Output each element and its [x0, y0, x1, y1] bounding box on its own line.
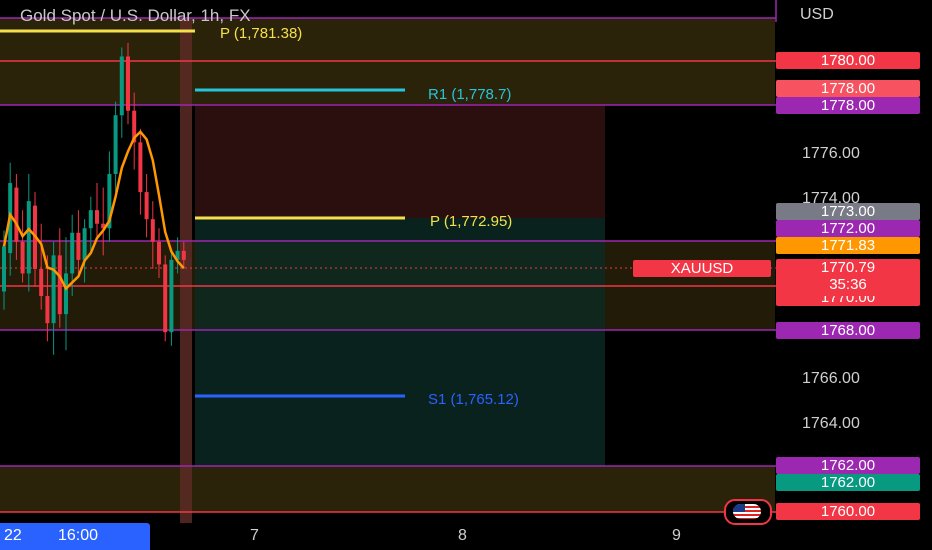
candle-body — [163, 264, 168, 333]
last-price-box[interactable]: 1770.79 35:36 — [776, 259, 920, 296]
us-flag-icon[interactable] — [724, 499, 772, 525]
reward-box[interactable] — [195, 218, 605, 466]
pivot-prev-label: P (1,781.38) — [220, 25, 302, 42]
candle-body — [14, 187, 19, 242]
s1-label: S1 (1,765.12) — [428, 391, 519, 408]
ma-value-label[interactable]: 1771.83 — [776, 237, 920, 254]
candle-body — [169, 259, 174, 333]
price-tick: 1764.00 — [802, 415, 860, 432]
candle-body — [150, 219, 155, 242]
candle-body — [144, 192, 149, 220]
candle-body — [88, 210, 93, 229]
price-tick: 1776.00 — [802, 145, 860, 162]
date-fragment: 22 — [4, 527, 22, 544]
pivot-label: P (1,772.95) — [430, 213, 512, 230]
candle-body — [39, 268, 44, 297]
candle-body — [95, 210, 99, 224]
price-label-1778-purple[interactable]: 1778.00 — [776, 97, 920, 114]
r1-label: R1 (1,778.7) — [428, 86, 511, 103]
lower-zone — [0, 466, 775, 512]
candle-body — [45, 296, 50, 324]
price-label-1772[interactable]: 1772.00 — [776, 220, 920, 237]
time-label: 16:00 — [58, 527, 99, 544]
candle-body — [64, 273, 68, 315]
candle-body — [181, 250, 186, 260]
price-label-1778-red[interactable]: 1778.00 — [776, 80, 920, 97]
candle-body — [76, 232, 81, 260]
price-label-1780[interactable]: 1780.00 — [776, 52, 920, 69]
candle-body — [119, 56, 124, 116]
symbol-tag[interactable]: XAUUSD — [633, 260, 771, 277]
time-axis-label: 8 — [458, 527, 467, 544]
price-label-1768[interactable]: 1768.00 — [776, 322, 920, 339]
candle-body — [138, 142, 143, 193]
last-price: 1770.79 — [820, 259, 876, 276]
candle-body — [51, 255, 56, 324]
price-label-1762-green[interactable]: 1762.00 — [776, 474, 920, 491]
price-label-1773[interactable]: 1773.00 — [776, 203, 920, 220]
chart-title: Gold Spot / U.S. Dollar, 1h, FX — [20, 6, 251, 25]
candle-body — [113, 115, 118, 174]
time-axis-label: 9 — [672, 527, 681, 544]
candle-body — [126, 56, 130, 111]
candle-body — [70, 232, 75, 274]
candle-body — [82, 228, 87, 260]
crosshair-time-box: 22 16:00 — [0, 523, 150, 550]
candle-body — [20, 241, 25, 274]
price-tick: 1766.00 — [802, 370, 860, 387]
currency-label: USD — [800, 6, 834, 23]
candle-body — [26, 201, 31, 274]
price-label-1762-purple[interactable]: 1762.00 — [776, 457, 920, 474]
bar-countdown: 35:36 — [829, 276, 867, 293]
session-marker — [180, 18, 192, 523]
risk-box[interactable] — [195, 104, 605, 218]
price-label-1760[interactable]: 1760.00 — [776, 503, 920, 520]
candle-body — [157, 241, 161, 265]
time-axis-label: 7 — [250, 527, 259, 544]
candle-body — [2, 246, 6, 292]
candle-body — [57, 255, 62, 315]
